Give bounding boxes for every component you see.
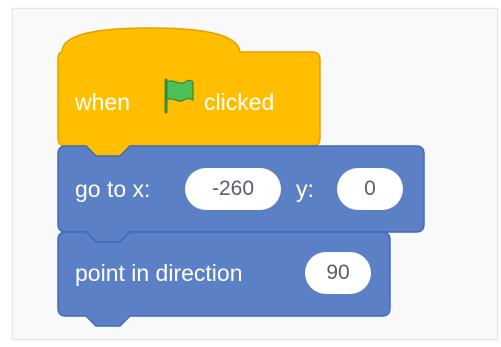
- clicked-label: clicked: [204, 89, 275, 115]
- green-flag-icon: [164, 78, 194, 114]
- y-label: y:: [296, 176, 314, 202]
- direction-value-input[interactable]: 90: [305, 252, 371, 294]
- point-in-direction-label: point in direction: [75, 260, 243, 286]
- when-label: when: [75, 89, 130, 115]
- y-value-input[interactable]: 0: [337, 168, 403, 210]
- x-value-input[interactable]: -260: [185, 168, 281, 210]
- scratch-code-area: when clicked go to x: -260 y: 0 point in…: [0, 0, 501, 347]
- go-to-x-label: go to x:: [75, 176, 151, 202]
